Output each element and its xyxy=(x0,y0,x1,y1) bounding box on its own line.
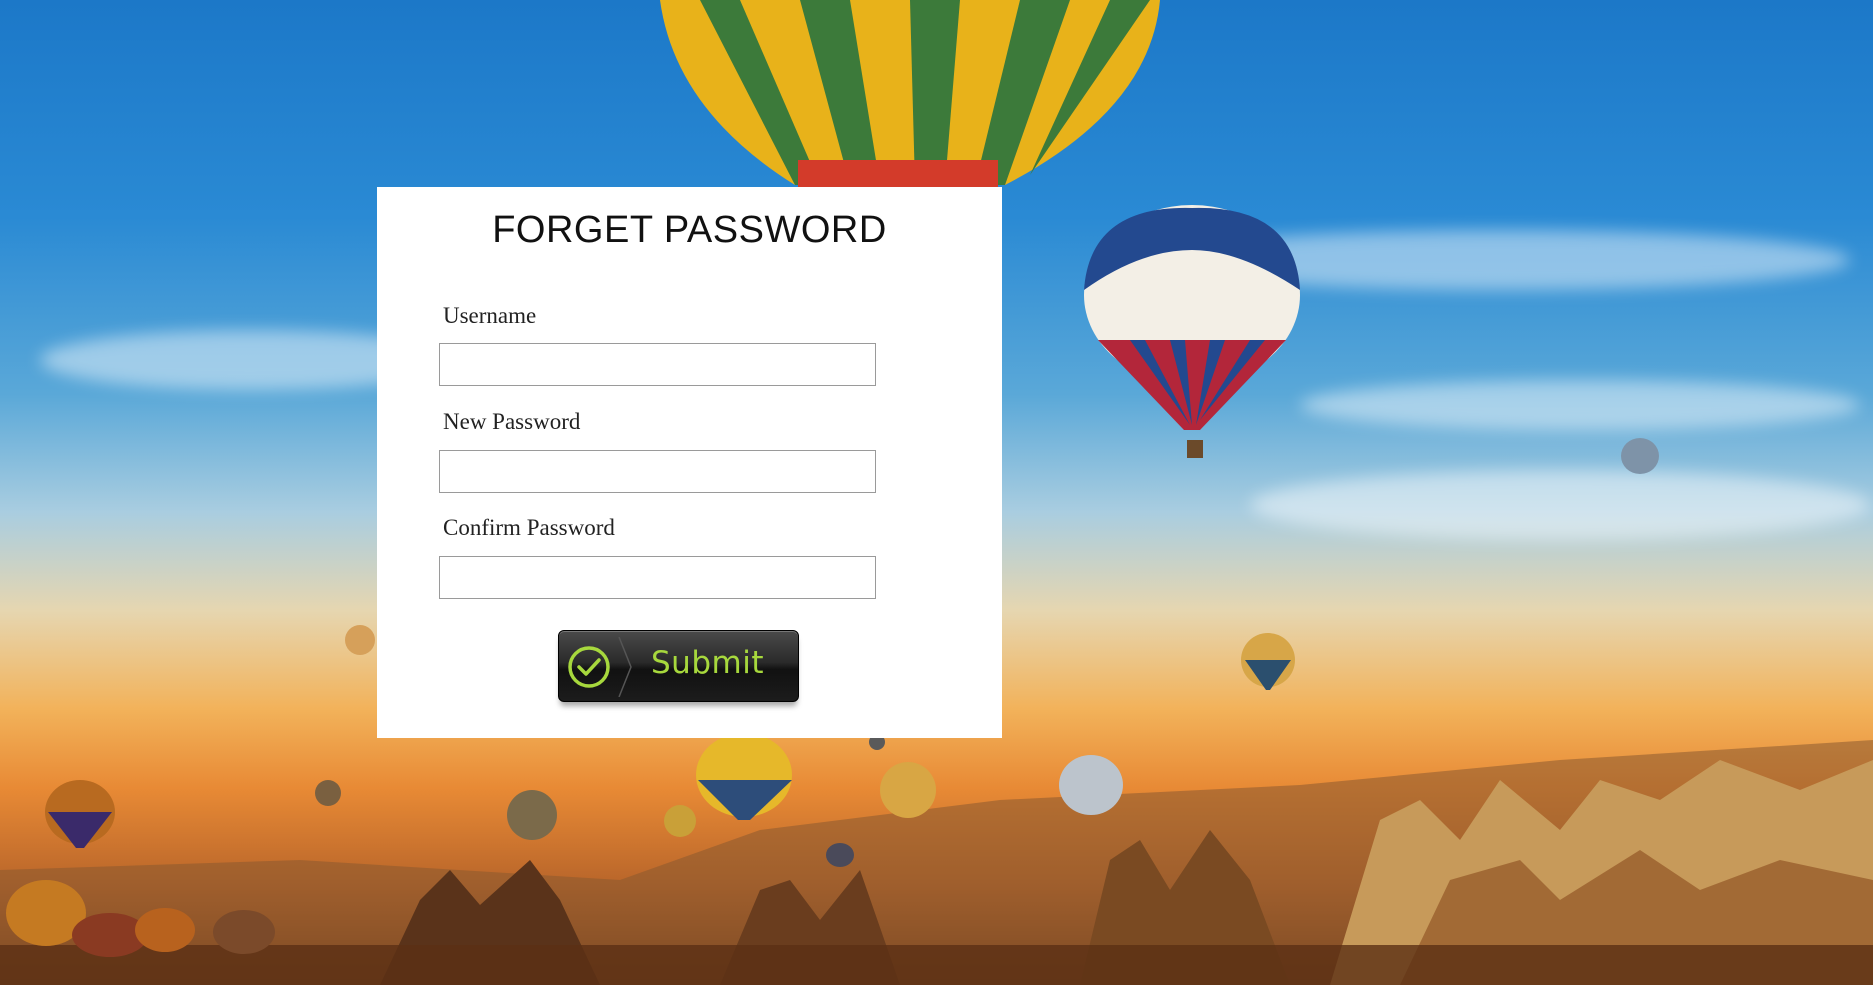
confirm-password-input[interactable] xyxy=(439,556,876,599)
confirm-password-label: Confirm Password xyxy=(443,515,615,540)
submit-label: Submit xyxy=(651,645,764,681)
forget-password-panel: FORGET PASSWORD Username New Password Co… xyxy=(377,187,1002,738)
username-label: Username xyxy=(443,303,537,328)
submit-button[interactable]: Submit xyxy=(558,630,799,702)
divider-chevron xyxy=(618,637,632,697)
new-password-label: New Password xyxy=(443,409,581,434)
username-input[interactable] xyxy=(439,343,876,386)
page-title: FORGET PASSWORD xyxy=(492,209,887,251)
new-password-input[interactable] xyxy=(439,450,876,493)
check-circle-icon xyxy=(568,646,610,688)
